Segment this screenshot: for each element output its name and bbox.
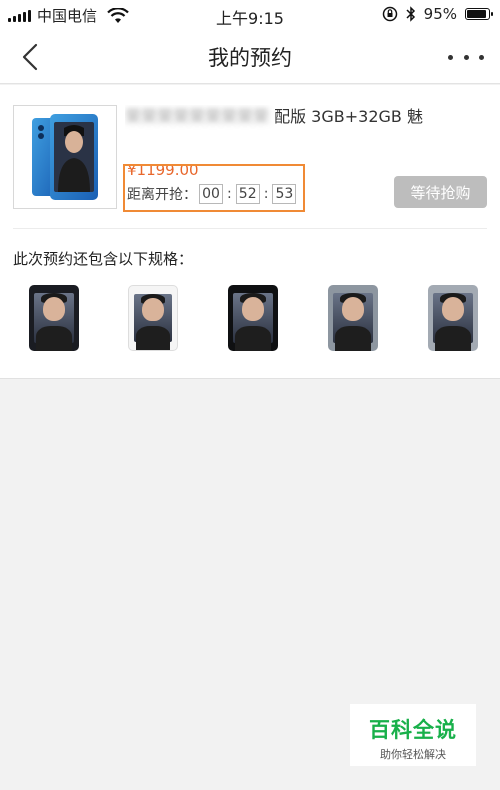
countdown-hours: 00 xyxy=(199,184,223,204)
status-right: 95% xyxy=(382,5,493,23)
battery-icon xyxy=(465,8,493,20)
status-bar: 中国电信 上午9:15 95% xyxy=(0,0,500,30)
more-dot xyxy=(463,54,469,60)
reservation-card: 荣荣荣荣荣荣荣荣荣 配版 3GB+32GB 魅 ¥1199.00 距离开抢： 0… xyxy=(0,85,500,379)
variant-phone-image xyxy=(328,285,378,351)
nav-bar: 我的预约 xyxy=(0,30,500,84)
page-title: 我的预约 xyxy=(208,46,292,70)
variant-item[interactable] xyxy=(328,285,378,351)
countdown: 距离开抢： 00 : 52 : 53 xyxy=(127,184,297,204)
product-name[interactable]: 荣荣荣荣荣荣荣荣荣 配版 3GB+32GB 魅 xyxy=(125,105,490,153)
countdown-minutes: 52 xyxy=(235,184,260,204)
divider xyxy=(13,228,487,229)
wait-purchase-button[interactable]: 等待抢购 xyxy=(394,176,487,208)
variant-phone-image xyxy=(228,285,278,351)
battery-percent: 95% xyxy=(423,5,457,23)
variant-item[interactable] xyxy=(228,285,278,351)
countdown-separator: : xyxy=(263,186,269,202)
rotation-lock-icon xyxy=(382,6,397,22)
variant-item[interactable] xyxy=(128,285,178,351)
product-name-obscured: 荣荣荣荣荣荣荣荣荣 xyxy=(125,107,275,126)
variant-phone-image xyxy=(29,285,79,351)
countdown-label: 距离开抢： xyxy=(127,187,197,203)
more-button[interactable] xyxy=(448,44,484,70)
variant-phone-image xyxy=(128,285,178,351)
variant-item[interactable] xyxy=(428,285,478,351)
more-dot xyxy=(479,54,484,60)
variant-item[interactable] xyxy=(29,285,79,351)
watermark-logo: 百科全说 助你轻松解决 xyxy=(350,704,476,766)
product-phone-icon xyxy=(32,114,98,200)
countdown-seconds: 53 xyxy=(272,184,297,204)
battery-fill xyxy=(467,10,486,18)
watermark-main: 百科全说 xyxy=(369,718,457,742)
variant-list xyxy=(0,279,500,359)
bluetooth-icon xyxy=(406,6,415,22)
more-dot xyxy=(448,54,453,60)
countdown-separator: : xyxy=(227,186,232,202)
variant-phone-image xyxy=(428,285,478,351)
product-name-visible: 配版 3GB+32GB 魅 xyxy=(274,107,423,126)
specs-title: 此次预约还包含以下规格： xyxy=(13,250,194,268)
product-image[interactable] xyxy=(13,105,117,209)
watermark-sub: 助你轻松解决 xyxy=(380,748,446,761)
